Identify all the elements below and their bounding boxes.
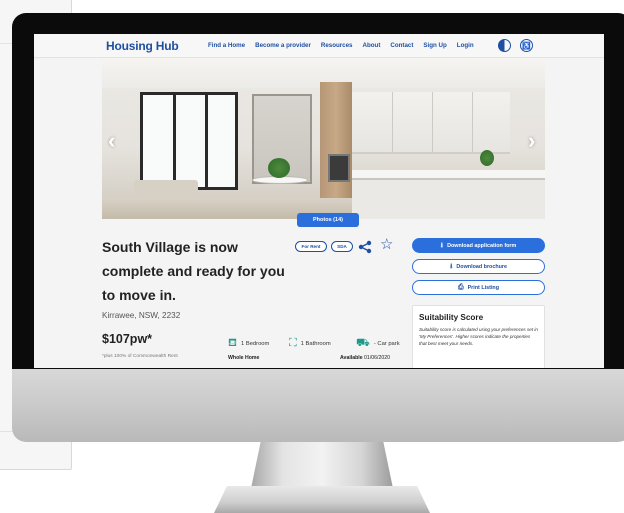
nav-login[interactable]: Login	[457, 42, 474, 49]
accessibility-icon[interactable]: ♿	[520, 39, 533, 52]
bedrooms-label: 1 Bedroom	[241, 340, 270, 347]
photo-upper-cabinets	[352, 92, 510, 154]
download-brochure-label: Download brochure	[456, 263, 508, 270]
nav-contact[interactable]: Contact	[390, 42, 413, 49]
bath-icon: ⛶	[289, 337, 297, 349]
feature-bathrooms: ⛶ 1 Bathroom	[289, 338, 331, 349]
nav-find-a-home[interactable]: Find a Home	[208, 42, 245, 49]
print-label: Print Listing	[467, 284, 500, 291]
photo-plant	[268, 158, 290, 178]
listing-title: South Village is now complete and ready …	[102, 239, 285, 303]
chevron-left-icon[interactable]: ‹	[108, 128, 115, 154]
nav-about[interactable]: About	[363, 42, 381, 49]
download-icon: ⭳	[449, 263, 453, 270]
bathrooms-label: 1 Bathroom	[300, 340, 331, 347]
suitability-score-title: Suitability Score	[419, 313, 484, 322]
download-brochure-button[interactable]: ⭳ Download brochure	[412, 259, 545, 274]
suitability-score-card: Suitability Score Suitability score is c…	[412, 305, 545, 368]
nav-resources[interactable]: Resources	[321, 42, 353, 49]
feature-parking: ⛟ - Car park	[356, 338, 400, 349]
download-form-label: Download application form	[447, 242, 517, 249]
photo-cabinet-line	[472, 92, 473, 152]
available-label: Available	[340, 355, 363, 361]
bed-icon: ⛾	[228, 337, 237, 349]
photo-benchtop	[352, 170, 545, 180]
photos-count-button[interactable]: Photos (14)	[297, 213, 359, 227]
site-header: Housing Hub Find a Home Become a provide…	[34, 34, 604, 58]
photo-oven	[328, 154, 350, 182]
nav-sign-up[interactable]: Sign Up	[423, 42, 446, 49]
mockup-stage: Housing Hub Find a Home Become a provide…	[0, 0, 624, 513]
monitor-stand-foot	[214, 486, 430, 513]
car-icon: ⛟	[356, 337, 370, 349]
suitability-score-description: Suitability score is calculated using yo…	[419, 327, 538, 346]
price-note: *plus 100% of Commonwealth Rent	[102, 354, 178, 359]
tag-sda: SDA	[331, 241, 353, 252]
photo-lower-cabinets	[352, 180, 545, 219]
photo-cabinet-line	[432, 92, 433, 152]
download-application-form-button[interactable]: ⭳ Download application form	[412, 238, 545, 253]
photo-window-frame	[173, 95, 176, 187]
site-logo[interactable]: Housing Hub	[106, 39, 179, 53]
photo-window	[140, 92, 238, 190]
contrast-icon[interactable]	[498, 39, 511, 52]
photo-timber-panel	[320, 82, 352, 200]
nav-become-a-provider[interactable]: Become a provider	[255, 42, 311, 49]
available-date: 01/06/2020	[364, 355, 391, 361]
monitor-screen: Housing Hub Find a Home Become a provide…	[34, 34, 604, 368]
printer-icon: ⎙	[457, 284, 464, 291]
chevron-right-icon[interactable]: ›	[528, 128, 535, 154]
photo-gallery[interactable]: ‹ ›	[102, 58, 545, 219]
photo-cabinet-line	[392, 92, 393, 152]
photo-window-frame	[205, 95, 208, 187]
listing-type: Whole Home	[228, 355, 260, 361]
star-icon[interactable]: ☆	[380, 237, 393, 252]
photo-plant	[480, 150, 494, 166]
monitor-chin	[12, 366, 624, 442]
share-icon[interactable]	[358, 240, 372, 254]
availability: Available 01/06/2020	[340, 355, 390, 361]
feature-bedrooms: ⛾ 1 Bedroom	[228, 338, 269, 349]
photo-sofa	[134, 180, 198, 200]
listing-suburb: Kirrawee, NSW, 2232	[102, 311, 181, 320]
parking-label: - Car park	[373, 340, 400, 347]
main-navigation: Find a Home Become a provider Resources …	[208, 42, 474, 49]
tag-for-rent: For Rent	[295, 241, 327, 252]
download-icon: ⭳	[440, 242, 444, 249]
listing-price: $107pw*	[102, 332, 153, 346]
print-listing-button[interactable]: ⎙ Print Listing	[412, 280, 545, 295]
